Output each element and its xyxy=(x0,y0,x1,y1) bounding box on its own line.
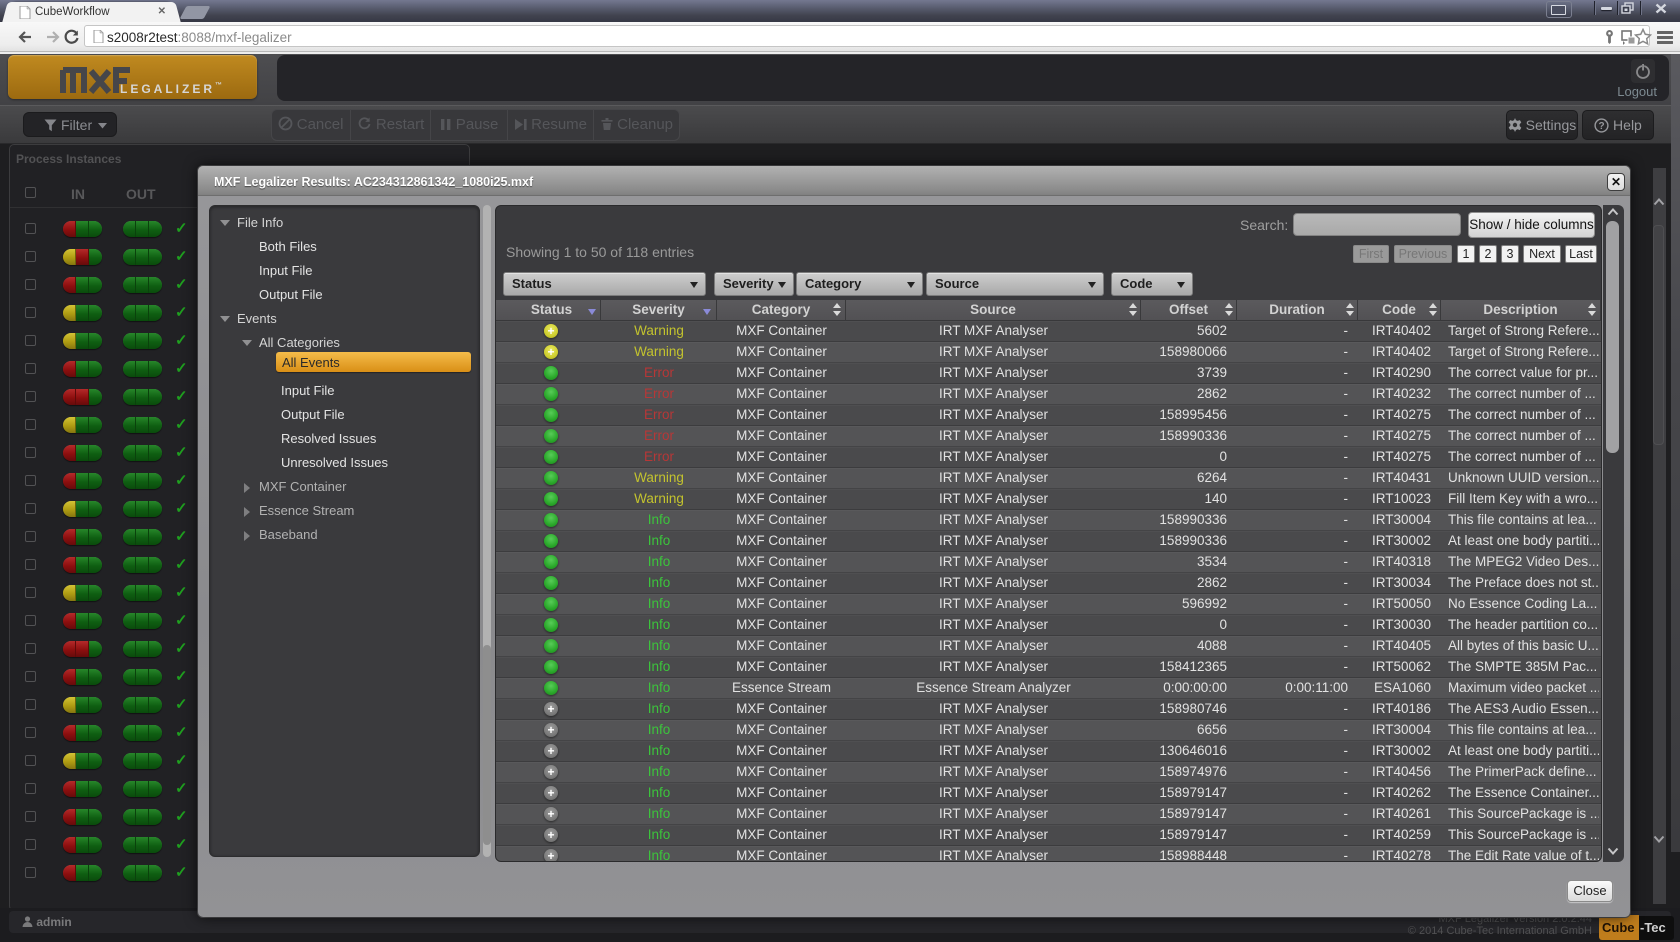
svg-text:?: ? xyxy=(1599,121,1605,132)
